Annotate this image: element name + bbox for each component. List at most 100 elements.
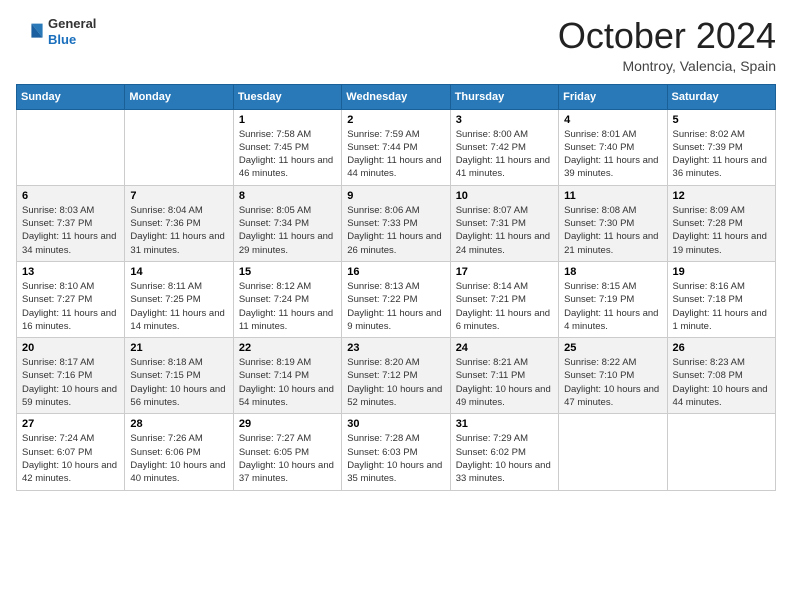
weekday-header: Tuesday [233,84,341,109]
day-number: 11 [564,190,661,202]
day-number: 10 [456,190,553,202]
day-info: Sunrise: 8:08 AMSunset: 7:30 PMDaylight:… [564,204,661,257]
day-info: Sunrise: 7:59 AMSunset: 7:44 PMDaylight:… [347,128,444,181]
day-number: 14 [130,266,227,278]
day-number: 15 [239,266,336,278]
calendar-cell: 12 Sunrise: 8:09 AMSunset: 7:28 PMDayligh… [667,185,775,261]
calendar-week-row: 1Sunrise: 7:58 AMSunset: 7:45 PMDaylight… [17,109,776,185]
calendar-cell: 28Sunrise: 7:26 AMSunset: 6:06 PMDayligh… [125,414,233,490]
calendar-cell: 20 Sunrise: 8:17 AMSunset: 7:16 PMDayligh… [17,338,125,414]
day-number: 29 [239,418,336,430]
calendar-cell: 5Sunrise: 8:02 AMSunset: 7:39 PMDaylight… [667,109,775,185]
calendar-cell: 6Sunrise: 8:03 AMSunset: 7:37 PMDaylight… [17,185,125,261]
day-number: 23 [347,342,444,354]
day-number: 20 [22,342,119,354]
day-number: 5 [673,114,770,126]
day-info: Sunrise: 8:16 AMSunset: 7:18 PMDaylight:… [673,280,770,333]
page-header: General Blue October 2024 Montroy, Valen… [16,16,776,74]
calendar-cell: 1Sunrise: 7:58 AMSunset: 7:45 PMDaylight… [233,109,341,185]
month-title: October 2024 [558,16,776,56]
calendar-cell: 8 Sunrise: 8:05 AMSunset: 7:34 PMDaylight… [233,185,341,261]
day-info: Sunrise: 8:06 AMSunset: 7:33 PMDaylight:… [347,204,444,257]
calendar-cell: 2 Sunrise: 7:59 AMSunset: 7:44 PMDaylight… [342,109,450,185]
logo-general: General [48,16,96,32]
calendar-cell: 11 Sunrise: 8:08 AMSunset: 7:30 PMDayligh… [559,185,667,261]
calendar-cell: 7Sunrise: 8:04 AMSunset: 7:36 PMDaylight… [125,185,233,261]
day-number: 8 [239,190,336,202]
calendar-cell: 10 Sunrise: 8:07 AMSunset: 7:31 PMDayligh… [450,185,558,261]
calendar-cell: 24 Sunrise: 8:21 AMSunset: 7:11 PMDayligh… [450,338,558,414]
calendar-cell: 22Sunrise: 8:19 AMSunset: 7:14 PMDayligh… [233,338,341,414]
calendar-cell: 14Sunrise: 8:11 AMSunset: 7:25 PMDayligh… [125,261,233,337]
day-info: Sunrise: 7:58 AMSunset: 7:45 PMDaylight:… [239,128,336,181]
weekday-header: Monday [125,84,233,109]
day-number: 27 [22,418,119,430]
calendar-cell [17,109,125,185]
calendar-cell: 26Sunrise: 8:23 AMSunset: 7:08 PMDayligh… [667,338,775,414]
calendar-cell: 3 Sunrise: 8:00 AMSunset: 7:42 PMDaylight… [450,109,558,185]
calendar-cell: 21Sunrise: 8:18 AMSunset: 7:15 PMDayligh… [125,338,233,414]
day-number: 2 [347,114,444,126]
day-info: Sunrise: 8:05 AMSunset: 7:34 PMDaylight:… [239,204,336,257]
logo-text: General Blue [48,16,96,47]
day-number: 22 [239,342,336,354]
day-number: 30 [347,418,444,430]
calendar-cell: 17Sunrise: 8:14 AMSunset: 7:21 PMDayligh… [450,261,558,337]
calendar-week-row: 6Sunrise: 8:03 AMSunset: 7:37 PMDaylight… [17,185,776,261]
day-number: 19 [673,266,770,278]
logo-blue: Blue [48,32,96,48]
day-info: Sunrise: 8:13 AMSunset: 7:22 PMDaylight:… [347,280,444,333]
day-info: Sunrise: 8:03 AMSunset: 7:37 PMDaylight:… [22,204,119,257]
title-block: October 2024 Montroy, Valencia, Spain [558,16,776,74]
day-info: Sunrise: 8:09 AMSunset: 7:28 PMDaylight:… [673,204,770,257]
logo: General Blue [16,16,96,47]
weekday-header: Thursday [450,84,558,109]
calendar-cell: 27 Sunrise: 7:24 AMSunset: 6:07 PMDayligh… [17,414,125,490]
day-info: Sunrise: 8:12 AMSunset: 7:24 PMDaylight:… [239,280,336,333]
day-info: Sunrise: 8:00 AMSunset: 7:42 PMDaylight:… [456,128,553,181]
day-info: Sunrise: 8:15 AMSunset: 7:19 PMDaylight:… [564,280,661,333]
calendar-cell: 19 Sunrise: 8:16 AMSunset: 7:18 PMDayligh… [667,261,775,337]
day-info: Sunrise: 8:01 AMSunset: 7:40 PMDaylight:… [564,128,661,181]
day-info: Sunrise: 8:21 AMSunset: 7:11 PMDaylight:… [456,356,553,409]
day-number: 24 [456,342,553,354]
day-info: Sunrise: 8:14 AMSunset: 7:21 PMDaylight:… [456,280,553,333]
day-info: Sunrise: 7:29 AMSunset: 6:02 PMDaylight:… [456,432,553,485]
calendar-cell [667,414,775,490]
calendar-cell [559,414,667,490]
day-info: Sunrise: 7:24 AMSunset: 6:07 PMDaylight:… [22,432,119,485]
calendar-cell: 9 Sunrise: 8:06 AMSunset: 7:33 PMDaylight… [342,185,450,261]
day-info: Sunrise: 8:07 AMSunset: 7:31 PMDaylight:… [456,204,553,257]
calendar-cell: 13 Sunrise: 8:10 AMSunset: 7:27 PMDayligh… [17,261,125,337]
calendar-cell: 31 Sunrise: 7:29 AMSunset: 6:02 PMDayligh… [450,414,558,490]
calendar-cell: 25Sunrise: 8:22 AMSunset: 7:10 PMDayligh… [559,338,667,414]
day-number: 26 [673,342,770,354]
logo-icon [16,18,44,46]
day-info: Sunrise: 8:10 AMSunset: 7:27 PMDaylight:… [22,280,119,333]
day-info: Sunrise: 8:04 AMSunset: 7:36 PMDaylight:… [130,204,227,257]
calendar-cell: 23Sunrise: 8:20 AMSunset: 7:12 PMDayligh… [342,338,450,414]
day-number: 21 [130,342,227,354]
day-number: 3 [456,114,553,126]
calendar-table: SundayMondayTuesdayWednesdayThursdayFrid… [16,84,776,491]
day-number: 16 [347,266,444,278]
calendar-cell: 18Sunrise: 8:15 AMSunset: 7:19 PMDayligh… [559,261,667,337]
calendar-cell [125,109,233,185]
day-number: 12 [673,190,770,202]
day-info: Sunrise: 8:22 AMSunset: 7:10 PMDaylight:… [564,356,661,409]
day-info: Sunrise: 7:27 AMSunset: 6:05 PMDaylight:… [239,432,336,485]
calendar-week-row: 13 Sunrise: 8:10 AMSunset: 7:27 PMDayligh… [17,261,776,337]
weekday-header: Friday [559,84,667,109]
calendar-cell: 29 Sunrise: 7:27 AMSunset: 6:05 PMDayligh… [233,414,341,490]
calendar-week-row: 20 Sunrise: 8:17 AMSunset: 7:16 PMDayligh… [17,338,776,414]
day-number: 31 [456,418,553,430]
calendar-cell: 16 Sunrise: 8:13 AMSunset: 7:22 PMDayligh… [342,261,450,337]
day-number: 9 [347,190,444,202]
day-number: 28 [130,418,227,430]
calendar-cell: 4Sunrise: 8:01 AMSunset: 7:40 PMDaylight… [559,109,667,185]
day-number: 13 [22,266,119,278]
calendar-header-row: SundayMondayTuesdayWednesdayThursdayFrid… [17,84,776,109]
location: Montroy, Valencia, Spain [558,58,776,74]
calendar-cell: 30Sunrise: 7:28 AMSunset: 6:03 PMDayligh… [342,414,450,490]
day-info: Sunrise: 8:17 AMSunset: 7:16 PMDaylight:… [22,356,119,409]
